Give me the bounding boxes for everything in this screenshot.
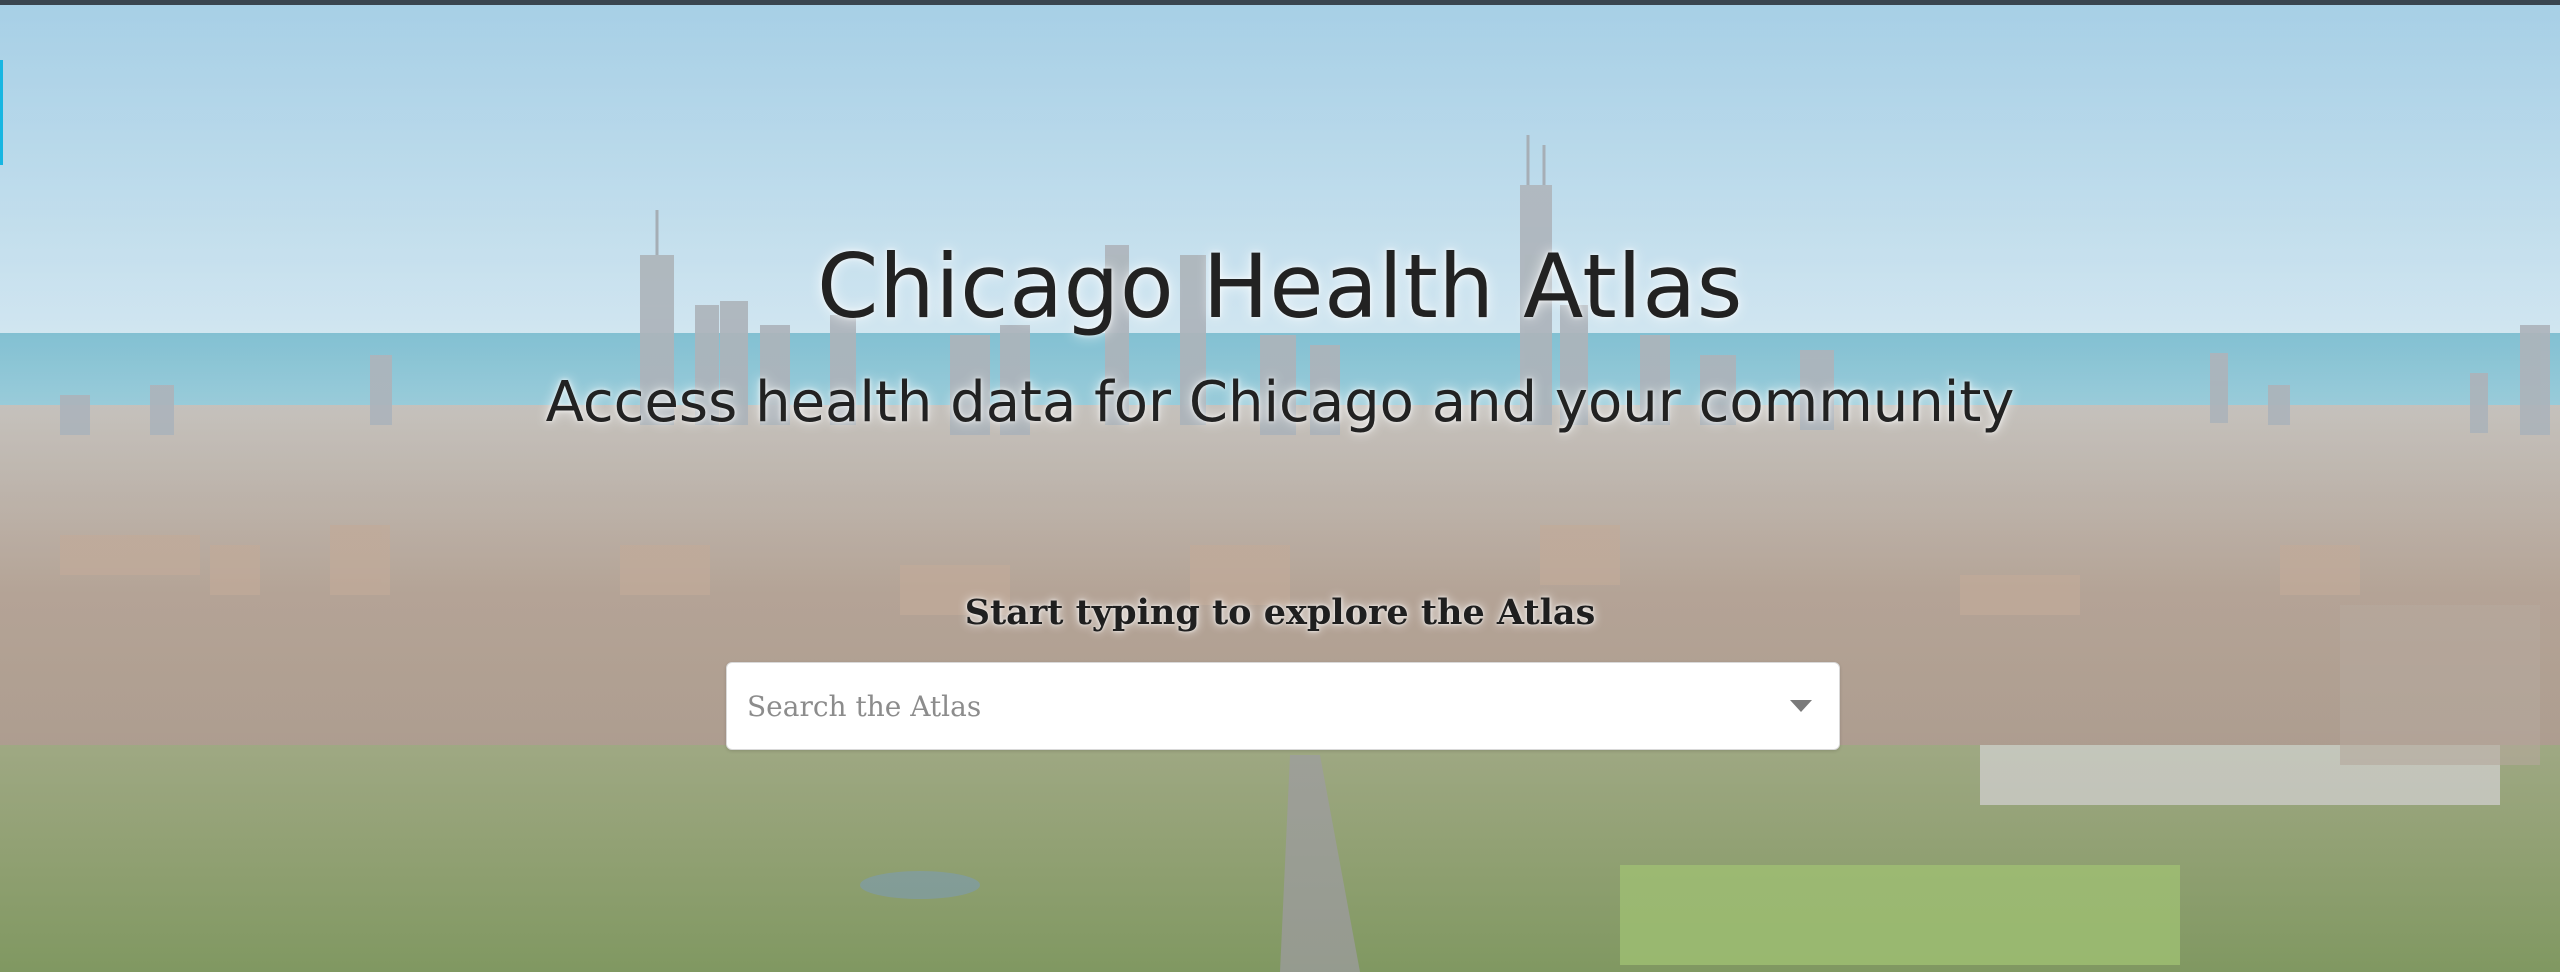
hero-content: Chicago Health Atlas Access health data … (0, 5, 2560, 972)
page-title: Chicago Health Atlas (817, 235, 1743, 338)
hero-section: Chicago Health Atlas Access health data … (0, 5, 2560, 972)
home-page: Chicago Health Atlas Access health data … (0, 0, 2560, 972)
dropdown-toggle-button[interactable] (1763, 663, 1839, 749)
top-bar (0, 0, 2560, 5)
side-accent-tab[interactable] (0, 60, 3, 165)
search-input[interactable] (727, 663, 1763, 749)
chevron-down-icon (1790, 700, 1812, 712)
search-select[interactable] (726, 662, 1840, 750)
search-prompt: Start typing to explore the Atlas (964, 592, 1596, 633)
page-subtitle: Access health data for Chicago and your … (545, 370, 2015, 435)
